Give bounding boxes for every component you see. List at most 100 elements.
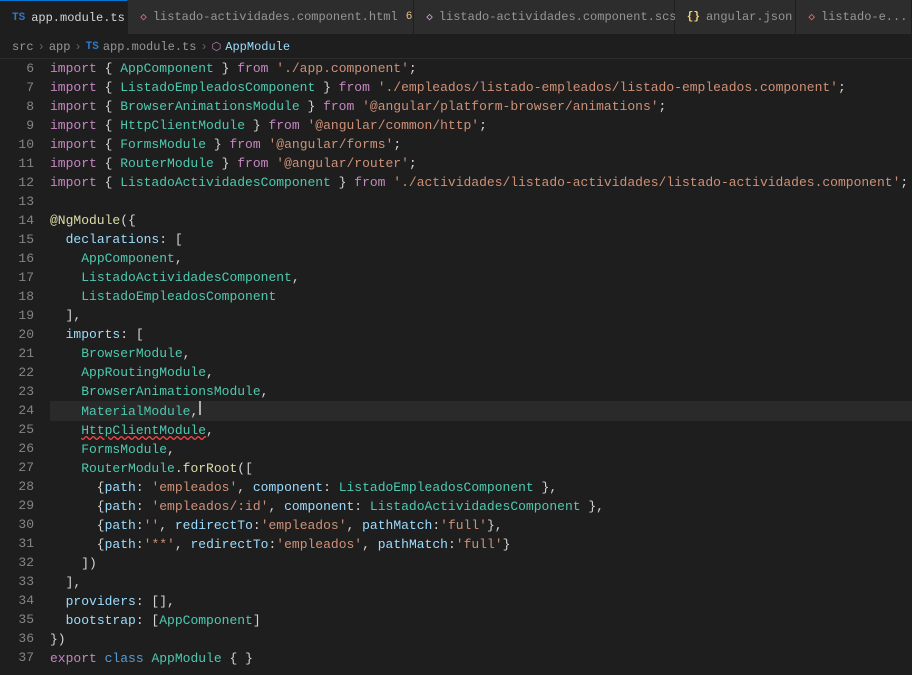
line-num-7: 7: [8, 78, 34, 97]
code-line-13: [50, 192, 912, 211]
code-line-9: import { HttpClientModule } from '@angul…: [50, 116, 912, 135]
punct-token: }: [315, 78, 338, 97]
punct-token: :: [253, 516, 261, 535]
prop-token: bootstrap: [66, 611, 136, 630]
punct-token: ,: [292, 268, 300, 287]
tab-listado-html[interactable]: ◇listado-actividades.component.html6 M: [128, 0, 414, 34]
tab-bar: TSapp.module.ts◇listado-actividades.comp…: [0, 0, 912, 35]
punct-token: : [: [159, 230, 182, 249]
id2-token: FormsModule: [120, 135, 206, 154]
code-line-14: @NgModule({: [50, 211, 912, 230]
tab-angular-json[interactable]: {}angular.json: [675, 0, 797, 34]
punct-token: { }: [222, 649, 253, 668]
kw-token: from: [237, 154, 268, 173]
punct-token: [300, 116, 308, 135]
punct-token: [50, 249, 81, 268]
id2-token: ListadoEmpleadosComponent: [339, 478, 534, 497]
prop-token: redirectTo: [190, 535, 268, 554]
punct-token: [261, 135, 269, 154]
line-num-12: 12: [8, 173, 34, 192]
punct-token: ,: [237, 478, 253, 497]
line-num-18: 18: [8, 287, 34, 306]
punct-token: :: [136, 478, 152, 497]
id2-token: MaterialModule: [81, 402, 190, 421]
line-num-9: 9: [8, 116, 34, 135]
punct-token: {: [50, 478, 105, 497]
punct-token: ;: [393, 135, 401, 154]
line-num-11: 11: [8, 154, 34, 173]
code-line-27: RouterModule.forRoot([: [50, 459, 912, 478]
kw-token: import: [50, 135, 97, 154]
code-line-34: providers: [],: [50, 592, 912, 611]
code-line-11: import { RouterModule } from '@angular/r…: [50, 154, 912, 173]
tab-label: angular.json: [706, 10, 792, 24]
punct-token: ,: [206, 363, 214, 382]
line-num-31: 31: [8, 534, 34, 553]
punct-token: :: [136, 497, 152, 516]
line-num-15: 15: [8, 230, 34, 249]
line-num-10: 10: [8, 135, 34, 154]
punct-token: [50, 421, 81, 440]
str-token: '@angular/forms': [268, 135, 393, 154]
punct-token: {: [97, 97, 120, 116]
breadcrumb-class: AppModule: [225, 40, 290, 54]
punct-token: ,: [175, 535, 191, 554]
line-num-27: 27: [8, 458, 34, 477]
kw-token: from: [339, 78, 370, 97]
code-line-23: BrowserAnimationsModule,: [50, 382, 912, 401]
line-num-20: 20: [8, 325, 34, 344]
code-line-31: {path:'**', redirectTo:'empleados', path…: [50, 535, 912, 554]
tab-listado-e[interactable]: ◇listado-e...: [796, 0, 912, 34]
id2-token: ListadoEmpleadosComponent: [120, 78, 315, 97]
punct-token: ,: [190, 402, 198, 421]
punct-token: [144, 649, 152, 668]
punct-token: {: [97, 78, 120, 97]
prop-token: providers: [66, 592, 136, 611]
punct-token: [50, 382, 81, 401]
punct-token: :: [136, 535, 144, 554]
punct-token: }: [206, 135, 229, 154]
kw2-token: class: [105, 649, 144, 668]
punct-token: ,: [183, 344, 191, 363]
punct-token: ,: [159, 516, 175, 535]
punct-token: [50, 230, 66, 249]
breadcrumb-ts-icon: TS: [86, 41, 99, 53]
code-line-16: AppComponent,: [50, 249, 912, 268]
breadcrumb: src › app › TS app.module.ts › ⬡ AppModu…: [0, 35, 912, 59]
prop-token: redirectTo: [175, 516, 253, 535]
punct-token: ([: [237, 459, 253, 478]
punct-token: [354, 97, 362, 116]
punct-token: :: [323, 478, 339, 497]
punct-token: },: [534, 478, 557, 497]
punct-token: ,: [347, 516, 363, 535]
punct-token: ,: [261, 382, 269, 401]
code-line-24: MaterialModule,: [50, 401, 912, 421]
punct-token: ,: [362, 535, 378, 554]
punct-token: .: [175, 459, 183, 478]
editor: 6789101112131415161718192021222324252627…: [0, 59, 912, 675]
punct-token: :: [354, 497, 370, 516]
str-token: 'full': [456, 535, 503, 554]
line-num-14: 14: [8, 211, 34, 230]
code-line-30: {path:'', redirectTo:'empleados', pathMa…: [50, 516, 912, 535]
line-num-6: 6: [8, 59, 34, 78]
line-num-36: 36: [8, 629, 34, 648]
punct-token: :: [268, 535, 276, 554]
punct-token: ]: [253, 611, 261, 630]
id2-token: ListadoActividadesComponent: [120, 173, 331, 192]
punct-token: {: [97, 135, 120, 154]
line-num-35: 35: [8, 610, 34, 629]
str-token: '**': [144, 535, 175, 554]
line-num-37: 37: [8, 648, 34, 667]
tab-app-module[interactable]: TSapp.module.ts: [0, 0, 128, 34]
kw-token: import: [50, 173, 97, 192]
punct-token: ,: [175, 249, 183, 268]
punct-token: {: [97, 116, 120, 135]
prop-token: path: [105, 478, 136, 497]
punct-token: [50, 440, 81, 459]
str-token: './app.component': [276, 59, 409, 78]
punct-token: ],: [50, 573, 81, 592]
punct-token: : [],: [136, 592, 175, 611]
tab-listado-scss[interactable]: ◇listado-actividades.component.scss: [414, 0, 675, 34]
line-num-30: 30: [8, 515, 34, 534]
